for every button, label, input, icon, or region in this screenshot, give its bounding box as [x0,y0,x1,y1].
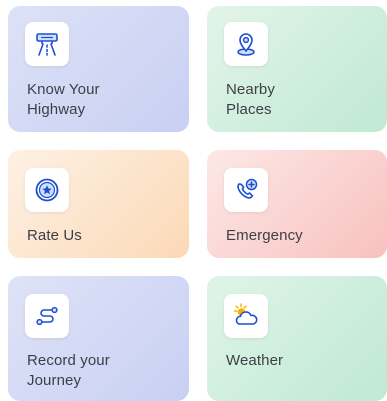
card-label: Emergency [226,227,303,244]
star-badge-icon [35,178,59,202]
icon-container [224,22,268,66]
rate-us-card[interactable]: Rate Us [8,150,189,258]
nearby-places-card[interactable]: Nearby Places [207,6,387,132]
card-label: Weather [226,352,284,369]
know-your-highway-card[interactable]: Know Your Highway [8,6,189,132]
record-journey-card[interactable]: Record your Journey [8,276,189,401]
icon-container [224,294,268,338]
phone-plus-icon [237,178,258,199]
location-pin-icon [237,33,255,56]
highway-icon [36,33,58,56]
card-label: Record your Journey [27,352,110,389]
icon-container [25,168,69,212]
icon-container [25,22,69,66]
route-icon [36,306,58,326]
weather-card[interactable]: Weather [207,276,387,401]
icon-container [25,294,69,338]
menu-grid: Know Your Highway Nearby Places Rate Us [0,0,387,401]
emergency-card[interactable]: Emergency [207,150,387,258]
card-label: Know Your Highway [27,81,100,118]
card-label: Nearby Places [226,81,275,118]
icon-container [224,168,268,212]
card-label: Rate Us [27,227,82,244]
sun-cloud-icon [233,303,258,325]
